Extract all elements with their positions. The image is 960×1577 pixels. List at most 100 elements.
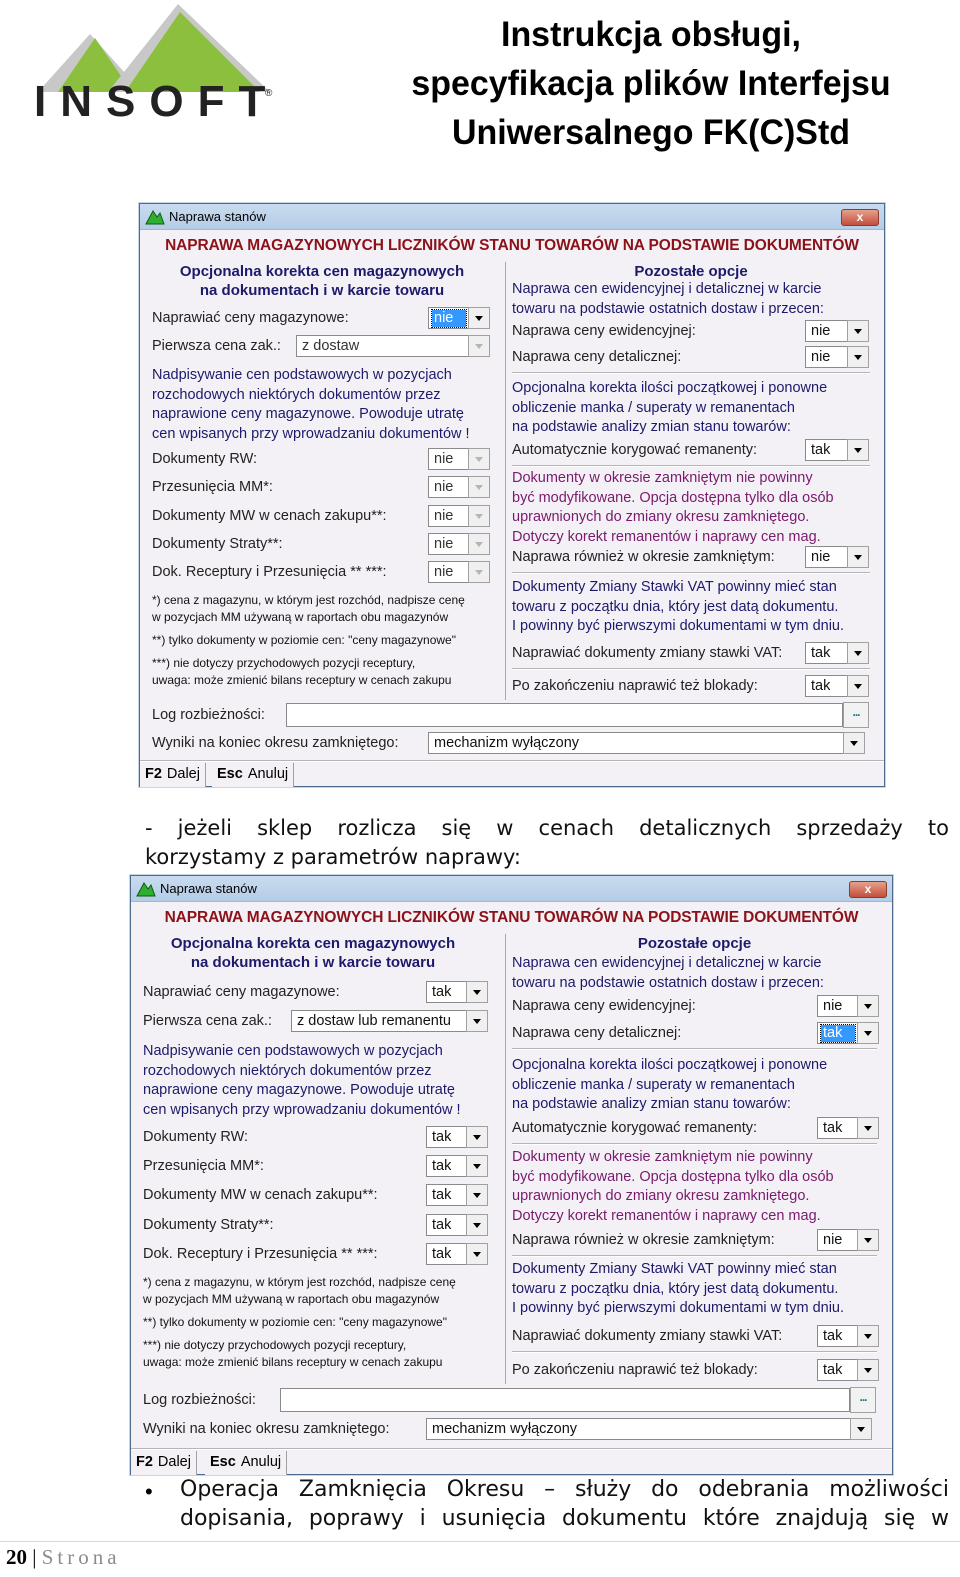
next-button[interactable]: F2 Dalej	[140, 763, 206, 787]
title-bar[interactable]: Naprawa stanów x	[140, 204, 884, 230]
chevron-down-icon[interactable]	[468, 307, 490, 329]
blokady-select[interactable]: tak	[805, 675, 869, 697]
naprawiac-label: Naprawiać ceny magazynowe:	[152, 310, 349, 326]
log-input[interactable]	[280, 1388, 850, 1412]
option-2-select[interactable]: nie	[428, 504, 490, 527]
wyniki-select[interactable]: mechanizm wyłączony	[426, 1418, 872, 1440]
option-4-select[interactable]: nie	[428, 561, 490, 584]
option-2-value: tak	[432, 1187, 452, 1204]
option-2-select[interactable]: tak	[426, 1184, 488, 1207]
chevron-down-icon[interactable]	[468, 335, 490, 357]
naprawiac-ceny-select[interactable]: tak	[426, 981, 488, 1003]
closed-period-select[interactable]: nie	[817, 1229, 879, 1251]
blokady-select[interactable]: tak	[817, 1359, 879, 1381]
chevron-down-icon[interactable]	[850, 1418, 872, 1440]
chevron-down-icon[interactable]	[468, 476, 490, 499]
auto-correct-select[interactable]: tak	[817, 1117, 879, 1139]
auto-correct-value: tak	[811, 442, 831, 458]
chevron-down-icon[interactable]	[466, 1010, 488, 1032]
chevron-down-icon[interactable]	[843, 732, 865, 754]
option-4-select[interactable]: tak	[426, 1242, 488, 1265]
chevron-down-icon[interactable]	[468, 448, 490, 470]
chevron-down-icon[interactable]	[847, 346, 869, 368]
heading-line: na dokumentach i w karcie towaru	[199, 282, 445, 299]
chevron-down-icon[interactable]	[468, 504, 490, 527]
warning-line: być modyfikowane. Opcja dostępna tylko d…	[512, 1168, 834, 1185]
info-line: na podstawie analizy zmian stanu towarów…	[512, 419, 791, 435]
cena-ewidencyjna-select[interactable]: nie	[817, 995, 879, 1017]
retail-paragraph-line: - jeżeli sklep rozlicza się w cenach det…	[145, 816, 949, 840]
chevron-down-icon[interactable]	[466, 981, 488, 1003]
chevron-down-icon[interactable]	[857, 1022, 879, 1044]
footnote-line: w pozycjach MM używaną w raportach obu m…	[152, 610, 449, 624]
closed-period-select[interactable]: nie	[805, 546, 869, 568]
vat-repair-select[interactable]: tak	[805, 642, 869, 664]
cena-ewidencyjna-select[interactable]: nie	[805, 320, 869, 342]
option-1-value: tak	[432, 1158, 452, 1175]
repair-dialog-2: Naprawa stanów x NAPRAWA MAGAZYNOWYCH LIC…	[130, 875, 893, 1475]
option-label: Dokumenty MW w cenach zakupu**:	[143, 1187, 378, 1204]
chevron-down-icon[interactable]	[466, 1155, 488, 1178]
option-3-select[interactable]: tak	[426, 1213, 488, 1236]
chevron-down-icon[interactable]	[857, 1325, 879, 1347]
pierwsza-cena-select[interactable]: z dostaw	[296, 335, 490, 357]
log-label: Log rozbieżności:	[152, 707, 265, 723]
button-label: Anuluj	[240, 1454, 282, 1470]
close-button[interactable]: x	[841, 209, 879, 226]
vat-repair-select[interactable]: tak	[817, 1325, 879, 1347]
wyniki-value: mechanizm wyłączony	[434, 735, 580, 751]
right-section-heading: Pozostałe opcje	[634, 263, 748, 280]
option-label: Dokumenty Straty**:	[152, 535, 283, 552]
chevron-down-icon[interactable]	[847, 439, 869, 461]
chevron-down-icon[interactable]	[847, 675, 869, 697]
cena-detaliczna-value: nie	[811, 349, 831, 365]
title-bar[interactable]: Naprawa stanów x	[131, 876, 892, 902]
auto-correct-select[interactable]: tak	[805, 439, 869, 461]
chevron-down-icon[interactable]	[466, 1126, 488, 1148]
closed-period-warning: Dokumenty w okresie zamkniętym nie powin…	[512, 1148, 834, 1226]
warning-line: być modyfikowane. Opcja dostępna tylko d…	[512, 489, 834, 506]
blokady-label: Po zakończeniu naprawić też blokady:	[512, 678, 758, 694]
cena-detaliczna-select[interactable]: nie	[805, 346, 869, 368]
option-4-value: nie	[434, 564, 454, 581]
chevron-down-icon[interactable]	[857, 1117, 879, 1139]
chevron-down-icon[interactable]	[466, 1184, 488, 1207]
option-label: Dokumenty RW:	[143, 1129, 249, 1145]
chevron-down-icon[interactable]	[847, 642, 869, 664]
chevron-down-icon[interactable]	[857, 1359, 879, 1381]
option-label: Dokumenty RW:	[152, 451, 258, 467]
info-line: cen wpisanych przy wprowadzaniu dokument…	[152, 425, 470, 442]
heading-line: Opcjonalna korekta cen magazynowych	[170, 935, 456, 952]
chevron-down-icon[interactable]	[466, 1242, 488, 1265]
vat-label: Naprawiać dokumenty zmiany stawki VAT:	[512, 1328, 783, 1344]
option-1-select[interactable]: nie	[428, 476, 490, 499]
info-line: towaru z początku dnia, który jest datą …	[512, 1280, 839, 1297]
close-button[interactable]: x	[849, 881, 887, 898]
chevron-down-icon[interactable]	[468, 561, 490, 584]
info-line: Dokumenty Zmiany Stawki VAT powinny mieć…	[512, 1261, 837, 1277]
option-3-select[interactable]: nie	[428, 532, 490, 555]
info-line: towaru z początku dnia, który jest datą …	[512, 598, 839, 615]
cancel-button[interactable]: Esc Anuluj	[212, 763, 295, 787]
next-button[interactable]: F2 Dalej	[131, 1451, 197, 1475]
naprawiac-ceny-select[interactable]: nie	[428, 307, 490, 329]
cena-detaliczna-select[interactable]: tak	[817, 1022, 879, 1044]
chevron-down-icon[interactable]	[847, 320, 869, 342]
cancel-button[interactable]: Esc Anuluj	[205, 1451, 288, 1475]
pierwsza-cena-select[interactable]: z dostaw lub remanentu	[291, 1010, 488, 1032]
browse-button[interactable]: ...	[850, 1387, 876, 1413]
option-0-select[interactable]: nie	[428, 448, 490, 470]
chevron-down-icon[interactable]	[857, 1229, 879, 1251]
chevron-down-icon[interactable]	[847, 546, 869, 568]
chevron-down-icon[interactable]	[857, 995, 879, 1017]
option-2-value: nie	[434, 507, 454, 524]
chevron-down-icon[interactable]	[466, 1213, 488, 1236]
info-line: Nadpisywanie cen podstawowych w pozycjac…	[152, 367, 452, 383]
wyniki-select[interactable]: mechanizm wyłączony	[428, 732, 865, 754]
log-input[interactable]	[286, 703, 843, 727]
chevron-down-icon[interactable]	[468, 532, 490, 555]
browse-button[interactable]: ...	[843, 702, 869, 728]
option-1-select[interactable]: tak	[426, 1155, 488, 1178]
option-0-select[interactable]: tak	[426, 1126, 488, 1148]
info-line: obliczenie manka / superaty w remanentac…	[512, 1076, 795, 1093]
